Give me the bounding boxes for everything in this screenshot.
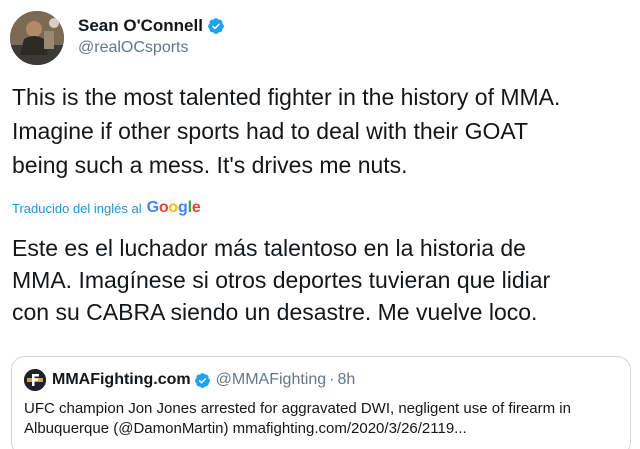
author-display-name[interactable]: Sean O'Connell xyxy=(78,16,203,36)
translation-attribution[interactable]: Traducido del inglés al Google xyxy=(12,199,201,217)
tweet-text: This is the most talented fighter in the… xyxy=(12,84,561,178)
quoted-tweet-text: UFC champion Jon Jones arrested for aggr… xyxy=(24,400,571,437)
mmafighting-logo-icon xyxy=(24,369,46,391)
verified-badge-icon xyxy=(207,17,225,35)
tweet-container: Sean O'Connell @realOCsports This is the… xyxy=(0,0,640,449)
display-name-row: Sean O'Connell xyxy=(78,15,225,37)
quoted-author-handle: @MMAFighting xyxy=(215,371,327,388)
quoted-author-avatar xyxy=(24,369,46,391)
translation-label: Traducido del inglés al xyxy=(12,200,142,216)
tweet-header: Sean O'Connell @realOCsports xyxy=(10,11,225,65)
quoted-verified-badge-icon xyxy=(194,372,211,389)
quoted-separator: · xyxy=(329,371,335,388)
quoted-timestamp[interactable]: 8h xyxy=(337,371,355,389)
google-logo: Google xyxy=(146,199,201,216)
translated-tweet-text: Este es el luchador más talentoso en la … xyxy=(12,235,551,325)
author-avatar[interactable] xyxy=(10,11,64,65)
quoted-author-name: MMAFighting.com xyxy=(52,371,191,388)
author-names: Sean O'Connell @realOCsports xyxy=(78,15,225,57)
profile-photo-icon xyxy=(10,11,64,65)
quoted-tweet-header: MMAFighting.com @MMAFighting · 8h xyxy=(24,369,355,391)
author-handle[interactable]: @realOCsports xyxy=(78,39,225,57)
quoted-tweet-card[interactable]: MMAFighting.com @MMAFighting · 8h UFC ch… xyxy=(11,356,631,449)
